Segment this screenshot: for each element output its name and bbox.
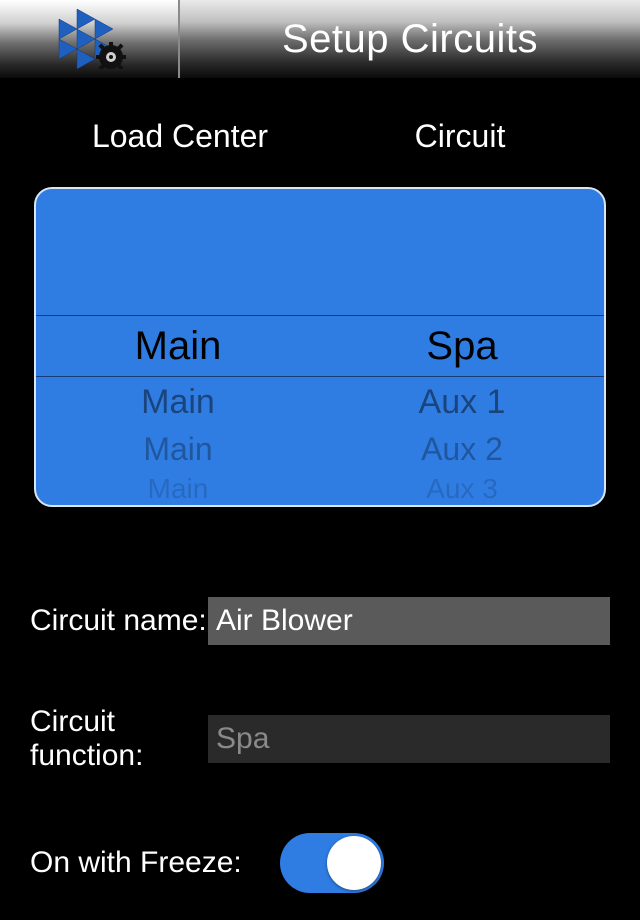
circuit-name-label: Circuit name: [30, 604, 208, 638]
menu-button[interactable] [0, 0, 180, 78]
page-title: Setup Circuits [180, 0, 640, 78]
circuit-function-label: Circuit function: [30, 705, 208, 773]
circuit-function-input[interactable] [208, 715, 610, 763]
picker-row[interactable]: Main Aux 3 [36, 471, 604, 507]
picker-row[interactable]: Main Aux 2 [36, 427, 604, 471]
header-bar: Setup Circuits [0, 0, 640, 78]
menu-logo-icon [29, 9, 149, 69]
circuit-name-input[interactable] [208, 597, 610, 645]
picker-selected-left: Main [36, 324, 320, 369]
picker-row-selected[interactable]: Main Spa [36, 315, 604, 377]
on-with-freeze-toggle[interactable] [280, 833, 384, 893]
picker-row[interactable]: Main Aux 1 [36, 377, 604, 427]
circuit-name-row: Circuit name: [30, 597, 610, 645]
picker-selected-right: Spa [320, 324, 604, 369]
picker-column-headers: Load Center Circuit [0, 118, 640, 155]
load-center-column-label: Load Center [40, 118, 320, 155]
circuit-picker[interactable]: Main Spa Main Aux 1 Main Aux 2 Main Aux … [34, 187, 606, 507]
circuit-form: Circuit name: Circuit function: On with … [0, 597, 640, 893]
on-with-freeze-label: On with Freeze: [30, 846, 280, 880]
circuit-column-label: Circuit [320, 118, 600, 155]
on-with-freeze-row: On with Freeze: [30, 833, 610, 893]
toggle-knob [327, 836, 381, 890]
circuit-function-row: Circuit function: [30, 705, 610, 773]
